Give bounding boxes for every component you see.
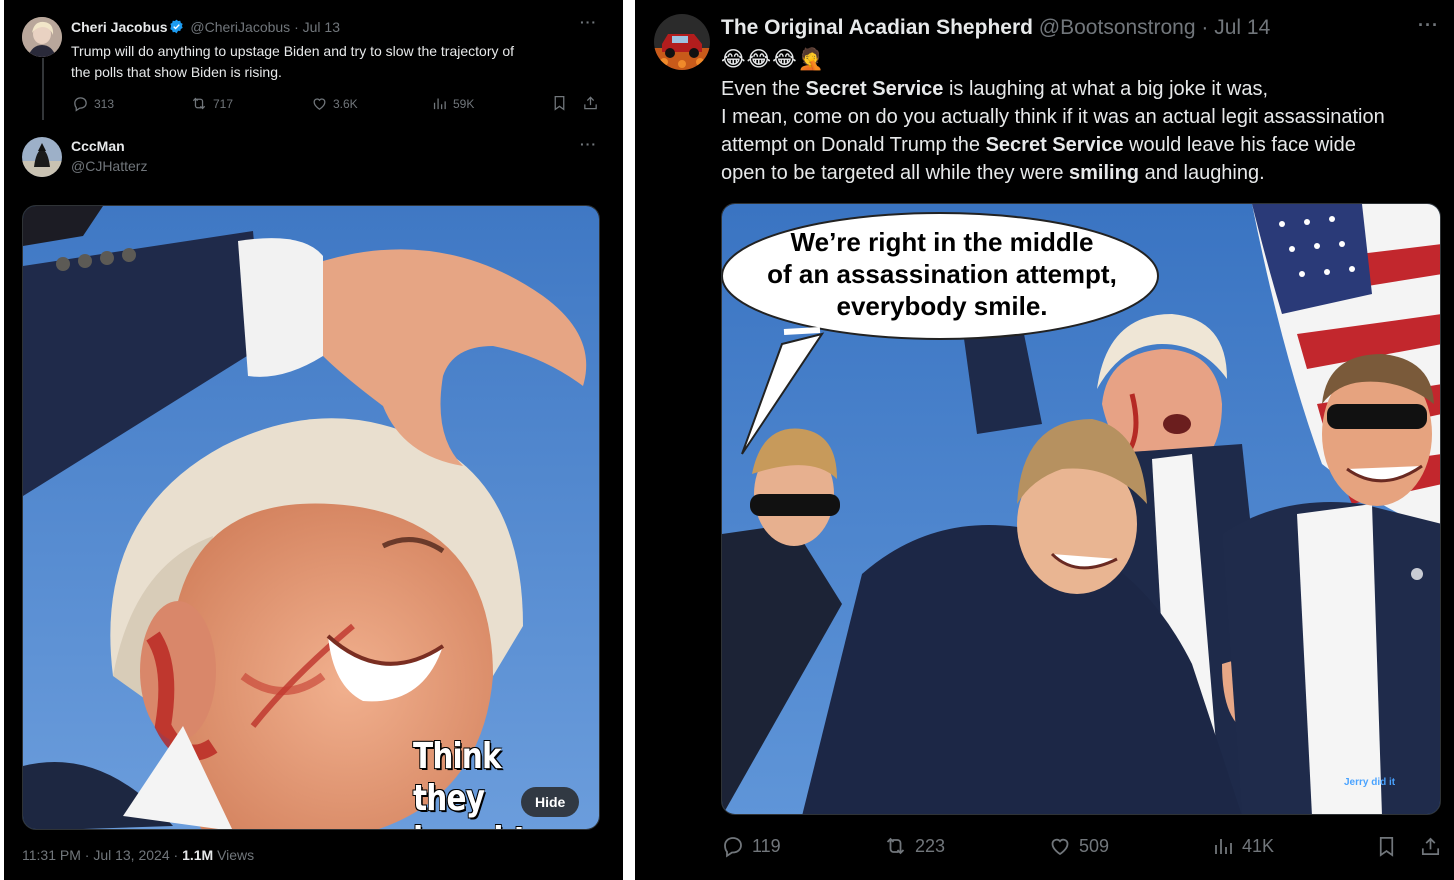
verified-badge-icon xyxy=(170,19,184,34)
avatar-image xyxy=(22,17,62,57)
avatar-cccman[interactable] xyxy=(22,137,62,177)
tweet2-handle[interactable]: @CJHatterz xyxy=(71,158,147,174)
tweet3-text-line2: I mean, come on do you actually think if… xyxy=(721,106,1385,128)
tweet3-author-name[interactable]: The Original Acadian Shepherd xyxy=(721,16,1033,39)
tweet2-timestamp[interactable]: 11:31 PM · Jul 13, 2024 · xyxy=(22,847,182,863)
tweet1-reply-button[interactable]: 313 xyxy=(72,95,114,112)
tweet1-bookmark-button[interactable] xyxy=(551,94,568,112)
views-chart-icon xyxy=(433,98,446,110)
tweet2-header: CccMan @CJHatterz xyxy=(71,138,147,174)
tweet1-repost-count: 717 xyxy=(213,96,234,111)
tweet1-author-name[interactable]: Cheri Jacobus xyxy=(71,19,167,35)
reply-icon xyxy=(724,837,742,858)
hide-button[interactable]: Hide xyxy=(521,787,580,817)
meme-caption-line2: bought xyxy=(413,820,566,829)
bookmark-icon xyxy=(554,95,565,111)
speech-bubble-line3: everybody smile. xyxy=(836,291,1048,321)
tweet3-repost-button[interactable]: 223 xyxy=(883,834,945,858)
tweet3-share-button[interactable] xyxy=(1419,834,1442,859)
thread-line xyxy=(42,58,44,120)
tweet3-more-icon[interactable]: ··· xyxy=(1418,15,1439,36)
tweet3-text-line3: attempt on Donald Trump the Secret Servi… xyxy=(721,134,1356,156)
left-screenshot: Cheri Jacobus @CheriJacobus · Jul 13 ···… xyxy=(4,0,623,880)
tweet3-text-line1: Even the Secret Service is laughing at w… xyxy=(721,78,1269,100)
right-screenshot: The Original Acadian Shepherd @Bootsonst… xyxy=(635,0,1454,880)
share-icon xyxy=(584,96,597,110)
tweet3-text: Even the Secret Service is laughing at w… xyxy=(721,75,1385,187)
separator-dot: · xyxy=(290,19,303,35)
views-chart-icon xyxy=(1215,839,1232,854)
tweet2-author-name[interactable]: CccMan xyxy=(71,138,147,154)
tweet1-like-count: 3.6K xyxy=(333,96,358,111)
tweet1-views-button[interactable]: 59K xyxy=(431,95,474,112)
tweet3-like-count: 509 xyxy=(1079,835,1110,856)
tweet1-header: Cheri Jacobus @CheriJacobus · Jul 13 xyxy=(71,19,340,35)
heart-icon xyxy=(1051,838,1069,856)
avatar-image xyxy=(22,137,62,177)
tweet3-text-line4: open to be targeted all while they were … xyxy=(721,162,1265,184)
tweet3-bookmark-button[interactable] xyxy=(1375,834,1398,859)
tweet3-like-button[interactable]: 509 xyxy=(1048,834,1109,858)
tweet1-text-line1: Trump will do anything to upstage Biden … xyxy=(71,43,515,59)
separator-dot: · xyxy=(1195,16,1215,39)
tweet1-reply-count: 313 xyxy=(94,96,115,111)
tweet1-share-button[interactable] xyxy=(582,94,599,112)
tweet2-meta: 11:31 PM · Jul 13, 2024 · 1.1M Views xyxy=(22,847,254,863)
tweet3-date[interactable]: Jul 14 xyxy=(1214,16,1270,39)
tweet3-emojis: 😂😂😂🤦 xyxy=(721,48,825,71)
tweet2-views-label: Views xyxy=(217,847,255,863)
tweet2-views-count: 1.1M xyxy=(182,847,214,863)
tweet3-repost-count: 223 xyxy=(915,835,946,856)
reply-icon xyxy=(74,97,87,112)
tweet1-more-icon[interactable]: ··· xyxy=(580,14,597,30)
tweet3-media-image[interactable]: We’re right in the middle of an assassin… xyxy=(721,203,1441,815)
tweet1-view-count: 59K xyxy=(453,96,475,111)
watermark-text: Jerry did it xyxy=(1344,777,1396,788)
speech-bubble-line1: We’re right in the middle xyxy=(790,227,1094,257)
tweet2-more-icon[interactable]: ··· xyxy=(580,136,597,152)
speech-bubble-text: We’re right in the middle of an assassin… xyxy=(732,226,1152,322)
heart-icon xyxy=(313,98,326,110)
tweet3-views-button[interactable]: 41K xyxy=(1211,834,1274,858)
tweet1-repost-button[interactable]: 717 xyxy=(190,95,233,112)
tweet3-reply-count: 119 xyxy=(752,835,781,856)
avatar-acadian[interactable] xyxy=(654,14,710,70)
avatar-cheri[interactable] xyxy=(22,17,62,57)
tweet1-like-button[interactable]: 3.6K xyxy=(311,95,358,112)
repost-icon xyxy=(886,837,905,855)
tweet2-media-image[interactable]: Think they bought Hide xyxy=(22,205,600,830)
avatar-image xyxy=(654,14,710,70)
share-icon xyxy=(1421,837,1440,856)
tweet3-view-count: 41K xyxy=(1242,835,1275,856)
tweet3-header: The Original Acadian Shepherd @Bootsonst… xyxy=(721,16,1270,40)
tweet3-handle[interactable]: @Bootsonstrong xyxy=(1039,16,1196,39)
repost-icon xyxy=(192,97,206,110)
bookmark-icon xyxy=(1379,837,1394,857)
tweet1-date[interactable]: Jul 13 xyxy=(303,19,340,35)
speech-bubble-line2: of an assassination attempt, xyxy=(767,259,1117,289)
tweet1-text: Trump will do anything to upstage Biden … xyxy=(71,41,514,83)
tweet1-handle[interactable]: @CheriJacobus xyxy=(190,19,290,35)
tweet3-reply-button[interactable]: 119 xyxy=(721,834,781,858)
tweet1-text-line2: the polls that show Biden is rising. xyxy=(71,64,282,80)
